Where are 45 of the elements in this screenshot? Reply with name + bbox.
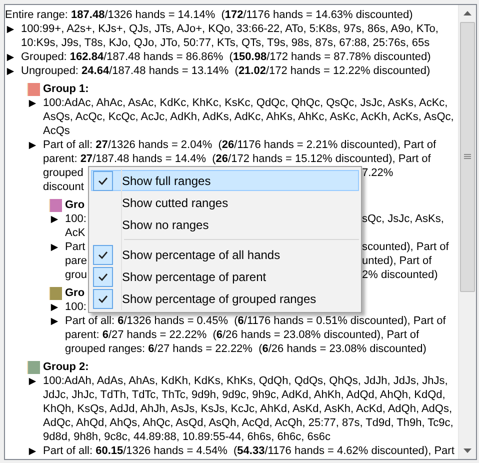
expand-arrow-icon[interactable] [6,25,15,34]
range-text: 100:AdAc, AhAc, AsAc, KdKc, KhKc, KsKc, QdQc, QhQc, QsQc, JsJc, AsKs, AcKc, AsQs, AcQc, KcQc, AcJc, AdKh, AdKs, AdKc, AhKs, AhKc, AsKc, AcKh, AcKs, AsQc, AcQs [43,96,455,138]
range-text: 100: [65,213,86,225]
range-text: Ungrouped: 24.64/187.48 hands = 13.14% (21.02/172 hands = 12.22% discounted) [21,64,432,78]
range-text: grou [65,269,88,281]
range-text: grouped [43,167,84,179]
group-name: Group 2: [43,360,89,374]
range-text: Part of all: 27/1326 hands = 2.04% (26/1176 hands = 2.21% discounted), Part of [43,139,436,151]
menu-item[interactable]: Show cutted ranges [91,192,359,213]
expand-arrow-icon[interactable] [50,215,59,224]
range-text: AcK [65,227,86,239]
expand-arrow-icon[interactable] [28,141,37,150]
group-name: Gro [65,198,85,212]
menu-item[interactable]: Show percentage of all hands [91,244,359,265]
range-text: Grouped: 162.84/187.48 hands = 86.86% (150.98/172 hands = 87.78% discounted) [21,50,432,64]
expand-arrow-icon[interactable] [28,377,37,386]
menu-item[interactable]: Show no ranges [91,214,359,235]
summary-text: Entire range: 187.48/1326 hands = 14.14% (172/1176 hands = 14.63% discounted) [5,8,414,22]
menu-item[interactable]: Show full ranges [91,170,359,191]
vertical-scrollbar[interactable] [458,5,476,459]
range-text: Part of all: 6/1326 hands = 0.45% (6/1176 hands = 0.51% discounted), Part of parent: 6/27 hands = 22.22% (6/26 hands = 23.08% discounted), Part of grouped ranges: 6/27 hands = 22.22% (6/26 hands = 23.08% discounted) [65,314,447,356]
range-text: Part of all: 60.15/1326 hands = 4.54% (54.33/1176 hands = 4.62% discounted), Part [43,444,456,458]
range-text: pare [65,255,88,267]
range-text: 7.22% [362,166,394,180]
expand-arrow-icon[interactable] [28,447,37,456]
expand-arrow-icon[interactable] [28,99,37,108]
range-text: sQc, JsJc, AsKs, [362,212,444,226]
range-text: 100:99+, A2s+, KJs+, QJs, JTs, AJo+, KQo, 33:66-22, ATo, 5:K8s, 97s, 86s, A9o, KTo, 10:K9s, J9s, T8s, KJo, QJo, JTo, 50:77, KTs, QTs, T9s, 98s, 87s, 67:88, 25:76s, 65s [21,22,440,50]
range-text: 100: [65,301,86,313]
group-name: Gro [65,286,85,300]
range-text: 2% discounted) [362,268,438,282]
menu-item[interactable]: Show percentage of parent [91,266,359,287]
range-text: parent: 27/187.48 hands = 14.4% (26/172 hands = 15.12% discounted), Part of [43,153,431,165]
grip-icon [464,154,471,160]
group-name: Group 1: [43,82,89,96]
range-text: scounted), Part of [362,240,449,254]
scroll-down-icon[interactable] [463,448,472,454]
range-text: discount [43,181,84,193]
menu-item[interactable]: Show percentage of grouped ranges [91,288,359,309]
expand-arrow-icon[interactable] [50,243,59,252]
range-text: 100:AdAh, AdAs, AhAs, KdKh, KdKs, KhKs, QdQh, QdQs, QhQs, JdJh, JdJs, JhJs, JdJc, JhJc, TdTh, TdTc, ThTc, 9d9h, 9d9c, 9h9c, AdKd, AhKh, AdQd, AhQh, KdQd, KhQh, KsQs, AdJd, AhJh, AsJs, KsJs, KcJc, AhKd, AsKd, AsKh, AcKd, AdQh, AdQs, AdQc, AhQd, AhQs, AhQc, AsQd, AsQh, AcQd, AcQh, 25:77, 87s, Td9d, Th9h, Tc9c, 9d8d, 9h8h, 9c8c, 44.89:88, 10.89:55-44, 6h6s, 6h6c, 6s6c [43,374,454,444]
range-text: unted), Part of [362,254,432,268]
scroll-up-icon[interactable] [463,10,472,16]
scrollbar-thumb[interactable] [460,22,475,292]
range-text: Part [65,241,86,253]
